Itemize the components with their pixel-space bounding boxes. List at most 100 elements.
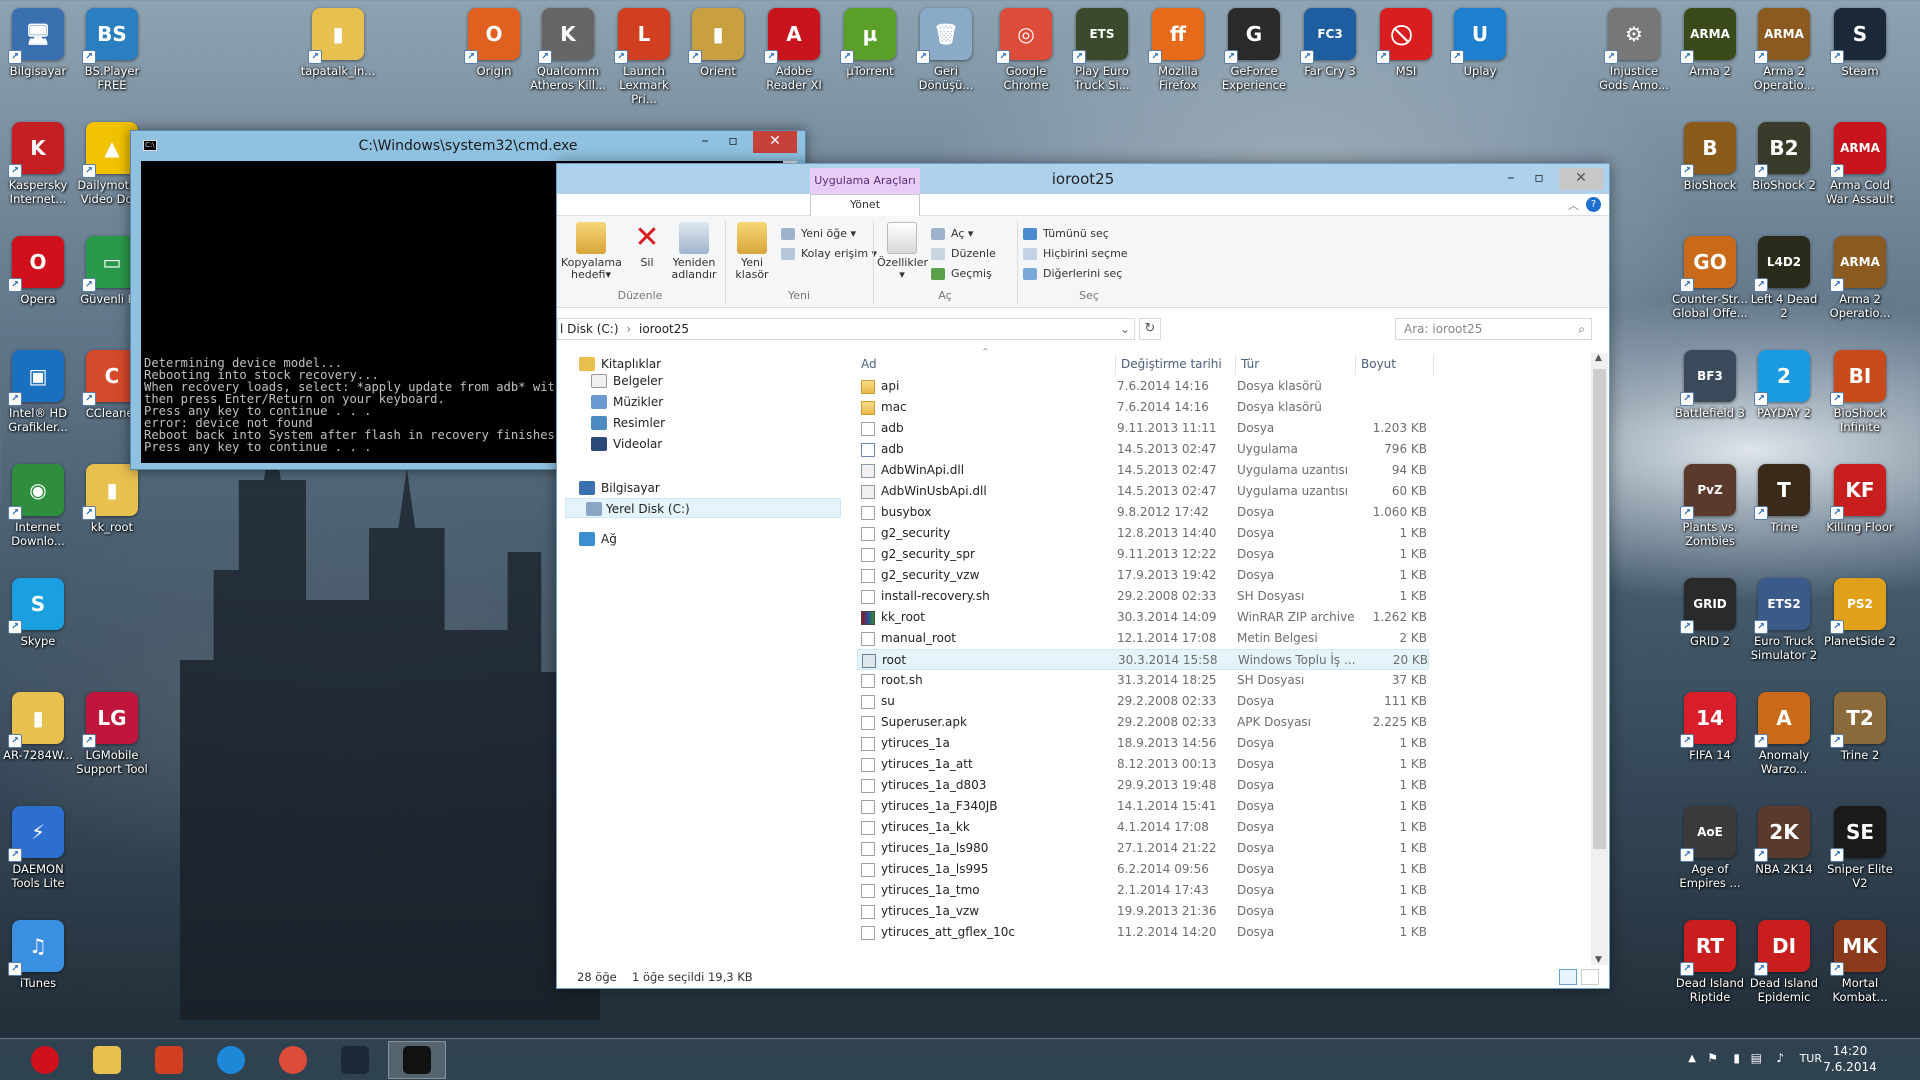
- scroll-thumb[interactable]: [1593, 369, 1606, 849]
- file-row[interactable]: adb 9.11.2013 11:11 Dosya 1.203 KB: [857, 418, 1591, 439]
- close-icon[interactable]: ✕: [753, 131, 797, 153]
- desktop-icon-play-euro-truck-si[interactable]: ETS ↗ Play Euro Truck Si...: [1064, 8, 1140, 92]
- desktop-icon-arma-2[interactable]: ARMA ↗ Arma 2: [1672, 8, 1748, 78]
- desktop-icon-anomaly-warzo[interactable]: A ↗ Anomaly Warzo...: [1746, 692, 1822, 776]
- scroll-up-icon[interactable]: ▲: [1595, 353, 1602, 363]
- tab-manage[interactable]: Yönet: [810, 194, 920, 216]
- desktop-icon-adobe-reader-xi[interactable]: A ↗ Adobe Reader XI: [756, 8, 832, 92]
- desktop-icon-kaspersky-internet[interactable]: K ↗ Kaspersky Internet...: [0, 122, 76, 206]
- desktop-icon-trine-2[interactable]: T2 ↗ Trine 2: [1822, 692, 1898, 762]
- desktop-icon-skype[interactable]: S ↗ Skype: [0, 578, 76, 648]
- desktop-icon-torrent[interactable]: µ ↗ µTorrent: [832, 8, 908, 78]
- rename-button[interactable]: Yeniden adlandır: [669, 222, 719, 281]
- desktop-icon-kk-root[interactable]: ▮ ↗ kk_root: [74, 464, 150, 534]
- desktop-icon-left-4-dead-2[interactable]: L4D2 ↗ Left 4 Dead 2: [1746, 236, 1822, 320]
- desktop-icon-dead-island-riptide[interactable]: RT ↗ Dead Island Riptide: [1672, 920, 1748, 1004]
- taskbar-cmd[interactable]: [388, 1041, 446, 1079]
- file-row[interactable]: Superuser.apk 29.2.2008 02:33 APK Dosyası 2…: [857, 712, 1591, 733]
- file-row[interactable]: ytiruces_1a_att 8.12.2013 00:13 Dosya 1 KB: [857, 754, 1591, 775]
- taskbar-internet-explorer[interactable]: [202, 1041, 260, 1079]
- file-row[interactable]: AdbWinUsbApi.dll 14.5.2013 02:47 Uygulama …: [857, 481, 1591, 502]
- file-row[interactable]: ytiruces_1a_ls995 6.2.2014 09:56 Dosya 1 KB: [857, 859, 1591, 880]
- desktop-icon-counter-str-global-offe[interactable]: GO ↗ Counter-Str... Global Offe...: [1672, 236, 1748, 320]
- file-row[interactable]: g2_security_spr 9.11.2013 12:22 Dosya 1 KB: [857, 544, 1591, 565]
- show-hidden-icons-icon[interactable]: ▲: [1688, 1053, 1696, 1064]
- explorer-titlebar[interactable]: Uygulama Araçları ioroot25 – ▫ ✕: [557, 164, 1609, 194]
- refresh-icon[interactable]: ↻: [1139, 318, 1161, 340]
- desktop-icon-planetside-2[interactable]: PS2 ↗ PlanetSide 2: [1822, 578, 1898, 648]
- file-row[interactable]: ytiruces_1a 18.9.2013 14:56 Dosya 1 KB: [857, 733, 1591, 754]
- scroll-down-icon[interactable]: ▼: [1595, 955, 1602, 965]
- file-row[interactable]: AdbWinApi.dll 14.5.2013 02:47 Uygulama uza…: [857, 460, 1591, 481]
- history-button[interactable]: Geçmiş: [931, 265, 992, 283]
- file-row[interactable]: install-recovery.sh 29.2.2008 02:33 SH Dos…: [857, 586, 1591, 607]
- maximize-icon[interactable]: ▫: [719, 131, 747, 153]
- select-none-button[interactable]: Hiçbirini seçme: [1023, 245, 1128, 263]
- desktop-icon-uplay[interactable]: U ↗ Uplay: [1442, 8, 1518, 78]
- desktop-icon-grid-2[interactable]: GRID ↗ GRID 2: [1672, 578, 1748, 648]
- column-header-name[interactable]: Ad: [861, 353, 877, 375]
- delete-button[interactable]: ✕ Sil: [629, 222, 665, 269]
- close-icon[interactable]: ✕: [1559, 168, 1603, 190]
- maximize-icon[interactable]: ▫: [1525, 168, 1553, 190]
- nav-music[interactable]: Müzikler: [587, 392, 663, 412]
- nav-network[interactable]: Ağ: [575, 529, 617, 549]
- desktop-icon-sniper-elite-v2[interactable]: SE ↗ Sniper Elite V2: [1822, 806, 1898, 890]
- desktop-icon-payday-2[interactable]: 2 ↗ PAYDAY 2: [1746, 350, 1822, 420]
- desktop-icon-age-of-empires[interactable]: AoE ↗ Age of Empires ...: [1672, 806, 1748, 890]
- desktop-icon-bioshock-infinite[interactable]: BI ↗ BioShock Infinite: [1822, 350, 1898, 434]
- file-row[interactable]: manual_root 12.1.2014 17:08 Metin Belgesi 2…: [857, 628, 1591, 649]
- desktop-icon-internet-downlo[interactable]: ◉ ↗ Internet Downlo...: [0, 464, 76, 548]
- file-row[interactable]: ytiruces_1a_vzw 19.9.2013 21:36 Dosya 1 KB: [857, 901, 1591, 922]
- new-item-button[interactable]: Yeni öğe ▾: [781, 225, 856, 243]
- context-tab-app-tools[interactable]: Uygulama Araçları: [810, 168, 920, 194]
- file-row[interactable]: ytiruces_1a_F340JB 14.1.2014 15:41 Dosya 1 …: [857, 796, 1591, 817]
- signal-icon[interactable]: ▮: [1733, 1051, 1740, 1065]
- desktop-icon-dead-island-epidemic[interactable]: DI ↗ Dead Island Epidemic: [1746, 920, 1822, 1004]
- taskbar-chrome[interactable]: [264, 1041, 322, 1079]
- file-row[interactable]: ytiruces_1a_ls980 27.1.2014 21:22 Dosya 1 K…: [857, 838, 1591, 859]
- desktop-icon-bilgisayar[interactable]: 🖥 ↗ Bilgisayar: [0, 8, 76, 78]
- desktop-icon-plants-vs-zombies[interactable]: PvZ ↗ Plants vs. Zombies: [1672, 464, 1748, 548]
- explorer-window[interactable]: Uygulama Araçları ioroot25 – ▫ ✕ Yönet ︿…: [556, 163, 1610, 989]
- taskbar-steam[interactable]: [326, 1041, 384, 1079]
- file-row[interactable]: adb 14.5.2013 02:47 Uygulama 796 KB: [857, 439, 1591, 460]
- file-row[interactable]: api 7.6.2014 14:16 Dosya klasörü: [857, 376, 1591, 397]
- taskbar-file-explorer[interactable]: [78, 1041, 136, 1079]
- address-dropdown-icon[interactable]: ⌄: [1120, 319, 1130, 339]
- desktop-icon-fifa-14[interactable]: 14 ↗ FIFA 14: [1672, 692, 1748, 762]
- file-row[interactable]: ytiruces_1a_d803 29.9.2013 19:48 Dosya 1 KB: [857, 775, 1591, 796]
- file-row[interactable]: ytiruces_att_gflex_10c 11.2.2014 14:20 Dos…: [857, 922, 1591, 943]
- search-input[interactable]: Ara: ioroot25 ⌕: [1395, 318, 1592, 340]
- file-row[interactable]: ytiruces_1a_tmo 2.1.2014 17:43 Dosya 1 KB: [857, 880, 1591, 901]
- clock[interactable]: 14:20 7.6.2014: [1810, 1043, 1890, 1075]
- file-row[interactable]: ytiruces_1a_kk 4.1.2014 17:08 Dosya 1 KB: [857, 817, 1591, 838]
- file-row[interactable]: mac 7.6.2014 14:16 Dosya klasörü: [857, 397, 1591, 418]
- nav-local-disk[interactable]: Yerel Disk (C:): [565, 498, 841, 518]
- desktop-icon-arma-cold-war-assault[interactable]: ARMA ↗ Arma Cold War Assault: [1822, 122, 1898, 206]
- desktop-icon-opera[interactable]: O ↗ Opera: [0, 236, 76, 306]
- nav-documents[interactable]: Belgeler: [587, 371, 663, 391]
- desktop-icon-geforce-experience[interactable]: G ↗ GeForce Experience: [1216, 8, 1292, 92]
- file-row[interactable]: su 29.2.2008 02:33 Dosya 111 KB: [857, 691, 1591, 712]
- easy-access-button[interactable]: Kolay erişim ▾: [781, 245, 877, 263]
- desktop-icon-google-chrome[interactable]: ◎ ↗ Google Chrome: [988, 8, 1064, 92]
- desktop-icon-lgmobile-support-tool[interactable]: LG ↗ LGMobile Support Tool: [74, 692, 150, 776]
- network-status-icon[interactable]: ▤: [1751, 1051, 1762, 1065]
- desktop-icon-geri-d-n[interactable]: 🗑 ↗ Geri Dönüşü...: [908, 8, 984, 92]
- desktop-icon-steam[interactable]: S ↗ Steam: [1822, 8, 1898, 78]
- desktop-icon-intel-hd-grafikler[interactable]: ▣ ↗ Intel® HD Grafikler...: [0, 350, 76, 434]
- desktop-icon-killing-floor[interactable]: KF ↗ Killing Floor: [1822, 464, 1898, 534]
- copy-to-button[interactable]: Kopyalama hedefi▾: [561, 222, 622, 281]
- desktop-icon-injustice-gods-amo[interactable]: ⚙ ↗ Injustice Gods Amo...: [1596, 8, 1672, 92]
- desktop-icon-arma-2-operatio[interactable]: ARMA ↗ Arma 2 Operatio...: [1822, 236, 1898, 320]
- desktop-icon-daemon-tools-lite[interactable]: ⚡ ↗ DAEMON Tools Lite: [0, 806, 76, 890]
- edit-button[interactable]: Düzenle: [931, 245, 996, 263]
- desktop-icon-bioshock-2[interactable]: B2 ↗ BioShock 2: [1746, 122, 1822, 192]
- collapse-ribbon-icon[interactable]: ︿: [1568, 197, 1579, 213]
- desktop-icon-qualcomm-atheros-kill[interactable]: K ↗ Qualcomm Atheros Kill...: [530, 8, 606, 92]
- desktop-icon-nba-2k14[interactable]: 2K ↗ NBA 2K14: [1746, 806, 1822, 876]
- new-folder-button[interactable]: Yeni klasör: [729, 222, 775, 281]
- desktop-icon-launch-lexmark-pri[interactable]: L ↗ Launch Lexmark Pri...: [606, 8, 682, 106]
- column-header-size[interactable]: Boyut: [1361, 353, 1396, 375]
